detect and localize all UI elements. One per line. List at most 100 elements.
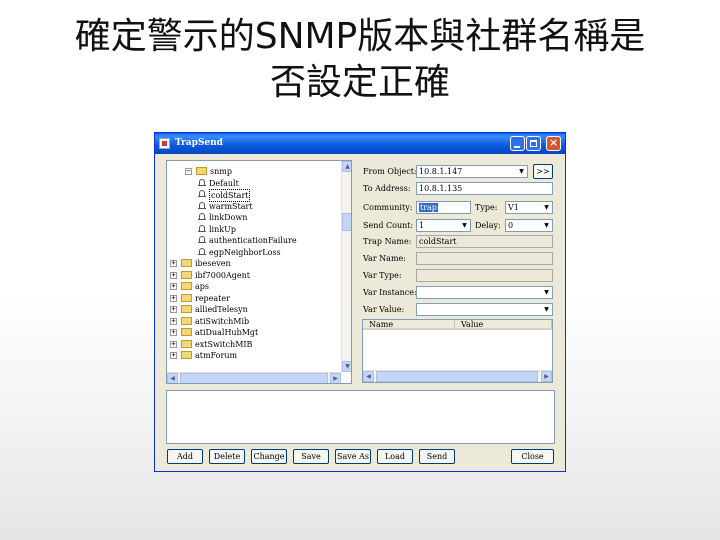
bell-icon bbox=[198, 224, 206, 234]
close-button[interactable]: Close bbox=[511, 449, 554, 464]
var-type-label: Var Type: bbox=[363, 271, 402, 280]
minimize-button[interactable] bbox=[510, 136, 525, 151]
output-textarea[interactable] bbox=[166, 390, 555, 444]
expand-icon[interactable]: + bbox=[170, 352, 177, 359]
collapse-icon[interactable]: − bbox=[185, 168, 192, 175]
var-value-select[interactable]: ▼ bbox=[416, 303, 553, 316]
tree-folder-item[interactable]: + atiDualHubMgt bbox=[167, 327, 339, 338]
tree-folder-item[interactable]: + aps bbox=[167, 281, 339, 292]
slide-title-line-2: 否設定正確 bbox=[269, 62, 450, 103]
close-window-button[interactable]: × bbox=[546, 136, 561, 151]
folder-icon bbox=[181, 305, 192, 313]
chevron-down-icon: ▼ bbox=[541, 202, 552, 213]
send-count-select[interactable]: 1 ▼ bbox=[416, 219, 471, 232]
scroll-right-arrow-icon[interactable]: ▶ bbox=[541, 371, 552, 382]
slide-title: 確定警示的SNMP版本與社群名稱是 否設定正確 bbox=[0, 14, 720, 106]
expand-icon[interactable]: + bbox=[170, 306, 177, 313]
delay-select[interactable]: 0 ▼ bbox=[505, 219, 553, 232]
bell-icon bbox=[198, 213, 206, 222]
tree-vertical-scrollbar[interactable]: ▲ ▼ bbox=[341, 161, 351, 372]
tree-item-label: Default bbox=[209, 178, 239, 188]
save-button[interactable]: Save bbox=[293, 449, 329, 464]
maximize-button[interactable] bbox=[526, 136, 541, 151]
tree-vscroll-thumb[interactable] bbox=[342, 213, 351, 231]
add-button[interactable]: Add bbox=[167, 449, 203, 464]
trap-name-field: coldStart bbox=[416, 235, 553, 248]
browse-button[interactable]: >> bbox=[533, 164, 553, 179]
expand-icon[interactable]: + bbox=[170, 271, 177, 279]
from-object-value: 10.8.1.147 bbox=[419, 167, 463, 176]
folder-icon bbox=[181, 293, 192, 302]
scroll-left-arrow-icon[interactable]: ◀ bbox=[167, 373, 178, 383]
type-select[interactable]: V1 ▼ bbox=[505, 201, 553, 214]
tree-item-label: ibeseven bbox=[195, 259, 231, 268]
tree-leaf-item[interactable]: egpNeighborLoss bbox=[167, 247, 339, 258]
close-icon: × bbox=[549, 136, 559, 149]
scroll-down-arrow-icon[interactable]: ▼ bbox=[342, 361, 351, 372]
bell-icon bbox=[198, 178, 206, 188]
scroll-right-arrow-icon[interactable]: ▶ bbox=[330, 373, 341, 383]
delete-button[interactable]: Delete bbox=[209, 449, 245, 464]
var-name-field bbox=[416, 252, 553, 265]
tree-leaf-item[interactable]: coldStart bbox=[167, 189, 339, 202]
tree-item-label: snmp bbox=[210, 167, 232, 176]
list-hscroll-thumb[interactable] bbox=[376, 371, 538, 382]
column-header-value[interactable]: Value bbox=[455, 320, 552, 330]
var-value-label: Var Value: bbox=[363, 305, 405, 314]
load-button[interactable]: Load bbox=[377, 449, 413, 464]
expand-icon[interactable]: + bbox=[170, 329, 177, 336]
tree-leaf-item[interactable]: Default bbox=[167, 178, 339, 189]
variable-list[interactable]: Name Value ◀ ▶ bbox=[362, 319, 553, 383]
tree-horizontal-scrollbar[interactable]: ◀ ▶ bbox=[167, 372, 341, 383]
community-value: trap bbox=[419, 203, 438, 212]
tree-hscroll-thumb[interactable] bbox=[180, 373, 328, 383]
bell-icon bbox=[198, 247, 206, 257]
tree-item-label: extSwitchMIB bbox=[195, 339, 253, 349]
expand-icon[interactable]: + bbox=[170, 294, 177, 302]
chevron-down-icon: ▼ bbox=[459, 220, 470, 231]
mib-tree[interactable]: − snmp Default coldStart warmStart linkDown li… bbox=[166, 160, 352, 384]
from-object-select[interactable]: 10.8.1.147 ▼ bbox=[416, 165, 528, 178]
trap-name-label: Trap Name: bbox=[363, 237, 412, 246]
tree-folder-item[interactable]: + atiSwitchMib bbox=[167, 316, 339, 327]
tree-item-label: atiDualHubMgt bbox=[195, 328, 259, 337]
title-bar[interactable]: TrapSend × bbox=[155, 133, 565, 154]
tree-leaf-item[interactable]: linkUp bbox=[167, 224, 339, 235]
tree-folder-item[interactable]: + ibeseven bbox=[167, 258, 339, 269]
maximize-icon bbox=[530, 140, 537, 147]
var-instance-select[interactable]: ▼ bbox=[416, 286, 553, 299]
tree-leaf-item[interactable]: linkDown bbox=[167, 212, 339, 223]
scroll-left-arrow-icon[interactable]: ◀ bbox=[363, 371, 374, 382]
slide-title-line-1: 確定警示的SNMP版本與社群名稱是 bbox=[74, 16, 646, 57]
tree-leaf-item[interactable]: authenticationFailure bbox=[167, 235, 339, 246]
tree-folder-item[interactable]: + extSwitchMIB bbox=[167, 339, 339, 350]
community-input[interactable]: trap bbox=[416, 201, 471, 214]
tree-folder-item[interactable]: + ibf7000Agent bbox=[167, 270, 339, 281]
send-button[interactable]: Send bbox=[419, 449, 455, 464]
tree-item-label: linkUp bbox=[209, 224, 236, 234]
change-button[interactable]: Change bbox=[251, 449, 287, 464]
to-address-input[interactable]: 10.8.1.135 bbox=[416, 182, 553, 195]
trapsend-window: TrapSend × − snmp Default coldStart warmStar… bbox=[154, 132, 566, 472]
scroll-up-arrow-icon[interactable]: ▲ bbox=[342, 161, 351, 172]
folder-icon bbox=[181, 339, 192, 348]
delay-value: 0 bbox=[508, 221, 514, 230]
from-object-label: From Object: bbox=[363, 167, 417, 176]
delay-label: Delay: bbox=[475, 221, 501, 230]
expand-icon[interactable]: + bbox=[170, 340, 177, 348]
list-horizontal-scrollbar[interactable]: ◀ ▶ bbox=[363, 370, 552, 382]
bell-icon bbox=[198, 201, 206, 211]
tree-folder-item[interactable]: + atmForum bbox=[167, 350, 339, 361]
tree-folder-item[interactable]: − snmp bbox=[167, 166, 339, 177]
expand-icon[interactable]: + bbox=[170, 317, 177, 325]
expand-icon[interactable]: + bbox=[170, 260, 177, 267]
to-address-label: To Address: bbox=[363, 184, 411, 193]
tree-leaf-item[interactable]: warmStart bbox=[167, 201, 339, 212]
tree-folder-item[interactable]: + repeater bbox=[167, 293, 339, 304]
folder-icon bbox=[181, 282, 192, 290]
column-header-name[interactable]: Name bbox=[363, 320, 455, 330]
save-as-button[interactable]: Save As bbox=[335, 449, 371, 464]
tree-folder-item[interactable]: + alliedTelesyn bbox=[167, 304, 339, 315]
chevron-down-icon: ▼ bbox=[541, 304, 552, 315]
expand-icon[interactable]: + bbox=[170, 283, 177, 290]
